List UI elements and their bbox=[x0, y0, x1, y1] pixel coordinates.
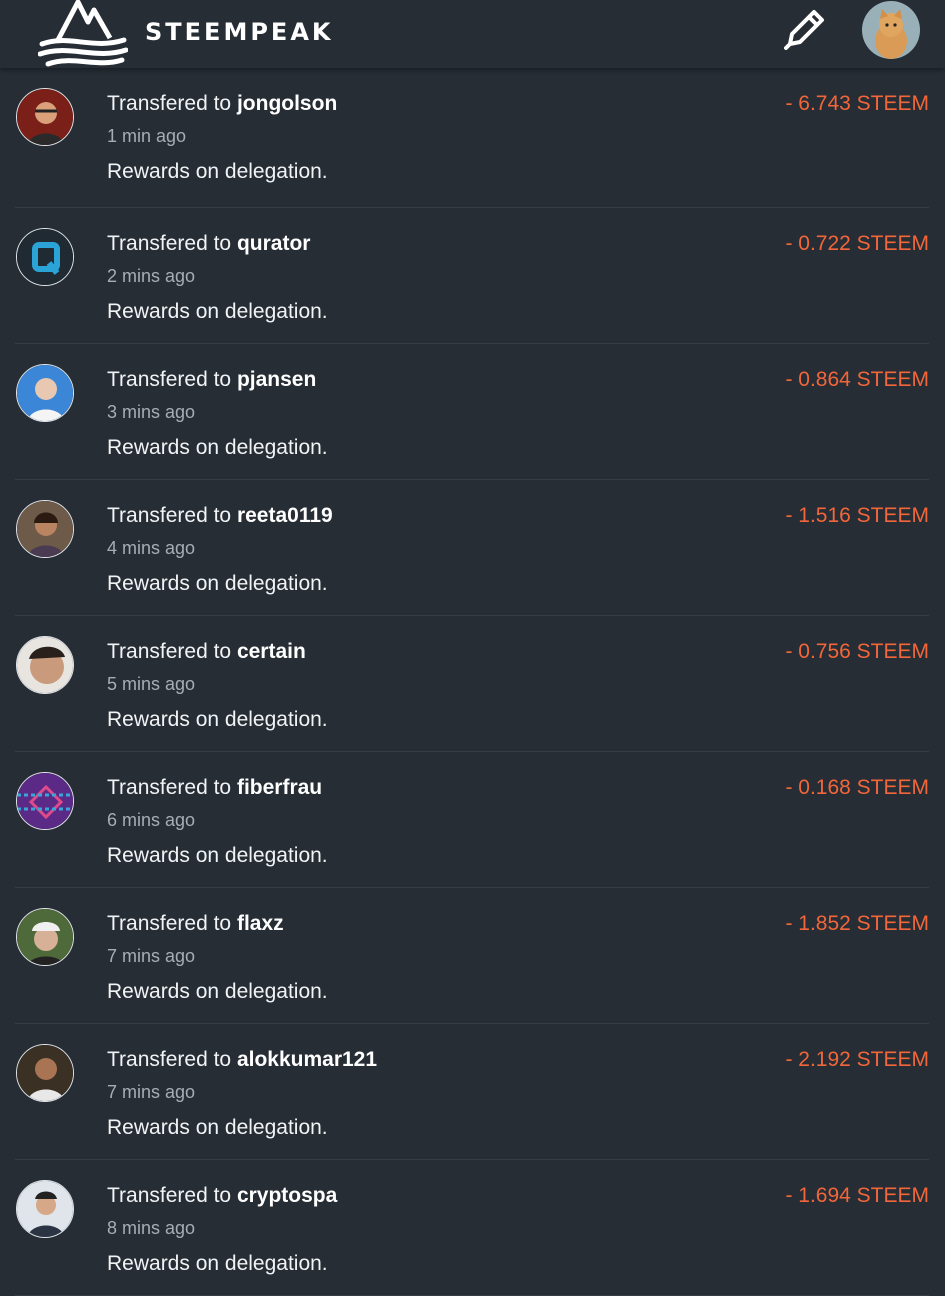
transfer-row: Transfered to jongolson 1 min ago Reward… bbox=[15, 68, 929, 208]
recipient-avatar[interactable] bbox=[16, 908, 74, 966]
brand-name[interactable]: STEEMPEAK bbox=[145, 18, 333, 46]
recipient-link[interactable]: flaxz bbox=[237, 912, 284, 935]
transfer-amount: - 0.722 STEEM bbox=[785, 232, 929, 255]
transfer-amount: - 0.168 STEEM bbox=[785, 776, 929, 799]
recipient-link[interactable]: alokkumar121 bbox=[237, 1048, 377, 1071]
transfer-memo: Rewards on delegation. bbox=[107, 980, 328, 1003]
transfer-amount: - 1.516 STEEM bbox=[785, 504, 929, 527]
pencil-icon[interactable] bbox=[780, 8, 828, 52]
recipient-avatar[interactable] bbox=[16, 772, 74, 830]
recipient-link[interactable]: reeta0119 bbox=[237, 504, 333, 527]
recipient-avatar[interactable] bbox=[16, 1044, 74, 1102]
transfer-list: Transfered to jongolson 1 min ago Reward… bbox=[0, 68, 945, 1296]
recipient-avatar[interactable] bbox=[16, 364, 74, 422]
transfer-row: Transfered to certain 5 mins ago Rewards… bbox=[15, 616, 929, 752]
user-avatar[interactable] bbox=[862, 1, 920, 59]
transfer-title: Transfered to pjansen bbox=[107, 368, 317, 391]
transfer-memo: Rewards on delegation. bbox=[107, 572, 328, 595]
transfer-memo: Rewards on delegation. bbox=[107, 708, 328, 731]
recipient-avatar[interactable] bbox=[16, 1180, 74, 1238]
transfer-title: Transfered to certain bbox=[107, 640, 306, 663]
transfer-title: Transfered to jongolson bbox=[107, 92, 338, 115]
recipient-link[interactable]: certain bbox=[237, 640, 306, 663]
transfer-amount: - 2.192 STEEM bbox=[785, 1048, 929, 1071]
transfer-memo: Rewards on delegation. bbox=[107, 160, 328, 183]
transfer-row: Transfered to flaxz 7 mins ago Rewards o… bbox=[15, 888, 929, 1024]
transfer-row: Transfered to pjansen 3 mins ago Rewards… bbox=[15, 344, 929, 480]
transfer-amount: - 0.864 STEEM bbox=[785, 368, 929, 391]
transfer-row: Transfered to fiberfrau 6 mins ago Rewar… bbox=[15, 752, 929, 888]
transfer-title: Transfered to reeta0119 bbox=[107, 504, 333, 527]
transfer-title: Transfered to alokkumar121 bbox=[107, 1048, 378, 1071]
transfer-time: 3 mins ago bbox=[107, 402, 196, 422]
transfer-row: Transfered to qurator 2 mins ago Rewards… bbox=[15, 208, 929, 344]
transfer-time: 1 min ago bbox=[107, 126, 187, 146]
transfer-memo: Rewards on delegation. bbox=[107, 436, 328, 459]
transfer-memo: Rewards on delegation. bbox=[107, 844, 328, 867]
recipient-link[interactable]: qurator bbox=[237, 232, 311, 255]
transfer-memo: Rewards on delegation. bbox=[107, 300, 328, 323]
transfer-title: Transfered to qurator bbox=[107, 232, 311, 255]
transfer-row: Transfered to cryptospa 8 mins ago Rewar… bbox=[15, 1160, 929, 1296]
recipient-avatar[interactable] bbox=[16, 636, 74, 694]
transfer-amount: - 1.852 STEEM bbox=[785, 912, 929, 935]
transfer-time: 6 mins ago bbox=[107, 810, 196, 830]
transfer-row: Transfered to reeta0119 4 mins ago Rewar… bbox=[15, 480, 929, 616]
transfer-time: 7 mins ago bbox=[107, 1082, 196, 1102]
transfer-memo: Rewards on delegation. bbox=[107, 1252, 328, 1275]
recipient-avatar[interactable] bbox=[16, 228, 74, 286]
top-bar: STEEMPEAK bbox=[0, 0, 945, 68]
transfer-time: 8 mins ago bbox=[107, 1218, 196, 1238]
recipient-link[interactable]: cryptospa bbox=[237, 1184, 337, 1207]
transfer-amount: - 6.743 STEEM bbox=[785, 92, 929, 115]
kitten-avatar-icon bbox=[862, 1, 920, 59]
transfer-amount: - 0.756 STEEM bbox=[785, 640, 929, 663]
recipient-avatar[interactable] bbox=[16, 500, 74, 558]
transfer-time: 7 mins ago bbox=[107, 946, 196, 966]
transfer-row: Transfered to alokkumar121 7 mins ago Re… bbox=[15, 1024, 929, 1160]
mountain-logo-icon[interactable] bbox=[38, 0, 128, 68]
recipient-link[interactable]: pjansen bbox=[237, 368, 316, 391]
transfer-title: Transfered to cryptospa bbox=[107, 1184, 338, 1207]
recipient-link[interactable]: fiberfrau bbox=[237, 776, 322, 799]
transfer-time: 4 mins ago bbox=[107, 538, 196, 558]
recipient-link[interactable]: jongolson bbox=[237, 92, 337, 115]
transfer-amount: - 1.694 STEEM bbox=[785, 1184, 929, 1207]
transfer-title: Transfered to fiberfrau bbox=[107, 776, 323, 799]
transfer-time: 5 mins ago bbox=[107, 674, 196, 694]
recipient-avatar[interactable] bbox=[16, 88, 74, 146]
transfer-memo: Rewards on delegation. bbox=[107, 1116, 328, 1139]
transfer-title: Transfered to flaxz bbox=[107, 912, 284, 935]
transfer-time: 2 mins ago bbox=[107, 266, 196, 286]
